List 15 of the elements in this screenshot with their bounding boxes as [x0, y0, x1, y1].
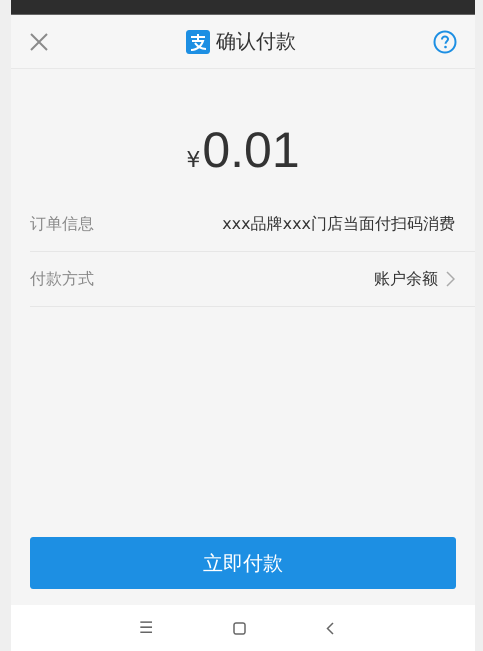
row-label: 订单信息 — [30, 214, 94, 234]
help-icon[interactable] — [433, 30, 457, 54]
row-label: 付款方式 — [30, 268, 94, 290]
row-value: xxx品牌xxx门店当面付扫码消费 — [222, 214, 455, 234]
payment-amount: 0.01 — [202, 121, 300, 179]
close-icon[interactable] — [29, 32, 49, 52]
home-icon[interactable] — [233, 622, 246, 634]
page-title: 确认付款 — [216, 28, 296, 55]
back-icon[interactable] — [326, 622, 334, 634]
payment-logo-icon — [186, 30, 210, 54]
currency-symbol: ¥ — [186, 148, 200, 173]
info-row[interactable]: 付款方式 账户余额 — [30, 252, 475, 307]
pay-now-button[interactable]: 立即付款 — [30, 537, 456, 589]
row-value: 账户余额 — [374, 268, 438, 290]
menu-icon[interactable]: ☰ — [139, 620, 154, 636]
